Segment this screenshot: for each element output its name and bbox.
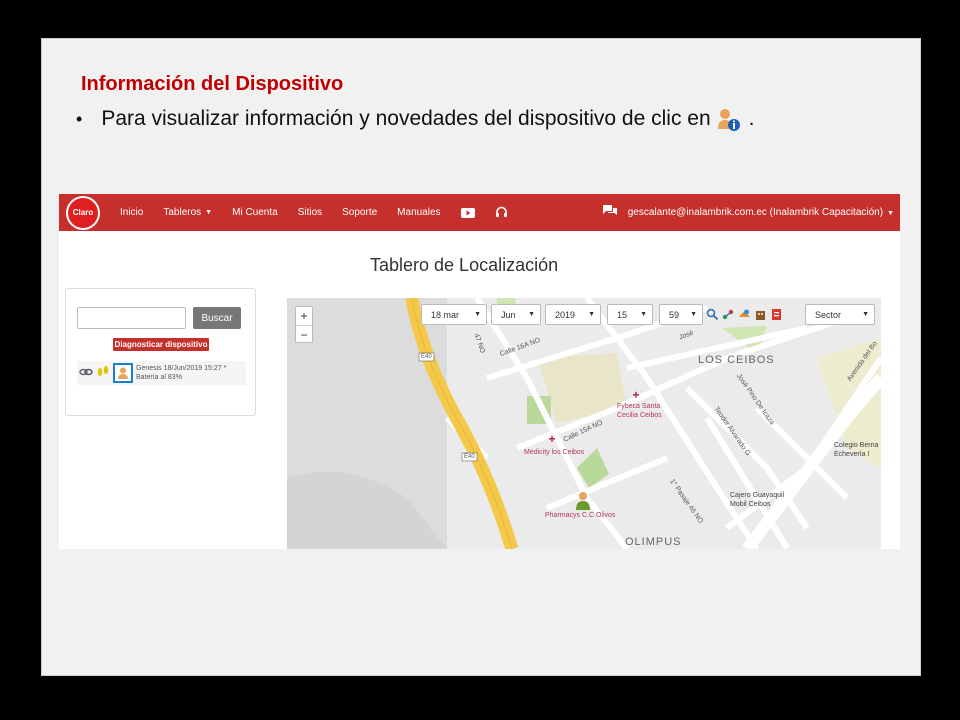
month-value: Jun (501, 309, 516, 320)
user-menu[interactable]: gescalante@inalambrik.com.ec (Inalambrik… (628, 207, 894, 218)
diagnose-device-button[interactable]: Diagnosticar dispositivo (113, 338, 209, 351)
instruction-line: • Para visualizar información y novedade… (76, 106, 754, 132)
nav-item-soporte[interactable]: Soporte (342, 207, 377, 218)
nav-item-manuales[interactable]: Manuales (397, 207, 440, 218)
nav-item-label: Sitios (297, 207, 323, 218)
instruction-text: Para visualizar información y novedades … (101, 107, 711, 130)
year-value: 2019 (555, 309, 576, 320)
nav-item-label: Tableros (163, 207, 202, 218)
device-row[interactable]: Genesis 18/Jun/2019 15:27 * Batería al 8… (77, 361, 246, 385)
map-label-fybeca: Fybeca Santa Cecilia Ceibos (617, 403, 662, 419)
device-location-marker[interactable] (574, 491, 592, 516)
navbar: Claro Inicio Tableros ▼ Mi Cuenta Sitios … (59, 194, 900, 231)
sector-select[interactable]: Sector ▼ (805, 304, 875, 325)
map-label-cajero: Cajero Guayaquil Mobil Ceibos (730, 492, 785, 508)
year-select[interactable]: 2019 ▼ (545, 304, 601, 325)
layers-icon[interactable] (738, 308, 751, 321)
nav-item-label: Manuales (397, 207, 441, 218)
hour-select[interactable]: 15 ▼ (607, 304, 653, 325)
zoom-in-button[interactable]: + (296, 307, 312, 325)
zoom-out-button[interactable]: − (296, 325, 312, 343)
nav-item-mi-cuenta[interactable]: Mi Cuenta (232, 207, 278, 218)
chat-icon[interactable] (602, 204, 618, 221)
search-button[interactable]: Buscar (193, 307, 241, 329)
nav-item-inicio[interactable]: Inicio (120, 207, 143, 218)
person-marker-icon (576, 492, 590, 510)
caret-down-icon: ▼ (474, 311, 481, 318)
slide-title: Información del Dispositivo (81, 73, 344, 95)
device-panel: Buscar Diagnosticar dispositivo Genesis … (65, 288, 256, 416)
slide: Información del Dispositivo • Para visua… (41, 38, 921, 676)
device-info-line1: Genesis 18/Jun/2019 15:27 * (136, 365, 227, 372)
link-icon[interactable] (79, 364, 93, 382)
map-label-e40-bottom: E40 (464, 454, 475, 460)
headset-icon[interactable] (495, 206, 508, 219)
pdf-icon[interactable] (770, 308, 783, 321)
day-select[interactable]: 18 mar ▼ (421, 304, 487, 325)
nav-item-sitios[interactable]: Sitios (298, 207, 322, 218)
minute-value: 59 (669, 309, 680, 320)
board-title: Tablero de Localización (370, 255, 559, 275)
map-tools (706, 308, 783, 321)
building-icon[interactable] (754, 308, 767, 321)
month-select[interactable]: Jun ▼ (491, 304, 541, 325)
caret-down-icon: ▼ (887, 210, 894, 217)
nav-item-label: Soporte (342, 207, 378, 218)
map-label-ceibos: LOS CEIBOS (698, 354, 775, 366)
minute-select[interactable]: 59 ▼ (659, 304, 703, 325)
map-label-e40-top: E40 (421, 354, 432, 360)
route-icon[interactable] (722, 308, 735, 321)
sector-value: Sector (815, 309, 842, 320)
caret-down-icon: ▼ (588, 311, 595, 318)
youtube-icon[interactable] (460, 207, 475, 218)
user-info-icon (715, 106, 741, 132)
brand-logo-text: Claro (68, 197, 98, 228)
map-label-colegio: Colegio Berna Echevería I (834, 442, 879, 458)
caret-down-icon: ▼ (205, 209, 213, 216)
device-search-input[interactable] (77, 307, 186, 329)
user-email: gescalante@inalambrik.com.ec (Inalambrik… (627, 207, 884, 218)
device-icons (77, 363, 133, 383)
map[interactable]: + − 18 mar ▼ Jun ▼ 2019 ▼ 15 ▼ 59 ▼ Sector ▼ L… (287, 298, 881, 549)
device-info-line2: Batería al 83% (136, 374, 182, 381)
nav-item-label: Mi Cuenta (232, 207, 278, 218)
search-icon[interactable] (706, 308, 719, 321)
footprints-icon[interactable] (96, 364, 110, 382)
caret-down-icon: ▼ (528, 311, 535, 318)
map-label-medicity: Medicity los Ceibos (524, 449, 585, 456)
zoom-control: + − (295, 306, 313, 343)
device-info: Genesis 18/Jun/2019 15:27 * Batería al 8… (136, 364, 226, 382)
day-value: 18 mar (431, 309, 460, 320)
app-screenshot: Claro Inicio Tableros ▼ Mi Cuenta Sitios … (59, 194, 900, 549)
map-label-olimpus: OLIMPUS (625, 536, 682, 548)
hour-value: 15 (617, 309, 628, 320)
user-info-icon[interactable] (113, 363, 133, 383)
nav-item-label: Inicio (120, 207, 144, 218)
caret-down-icon: ▼ (640, 311, 647, 318)
caret-down-icon: ▼ (690, 311, 697, 318)
caret-down-icon: ▼ (862, 311, 869, 318)
bullet-dot: • (76, 108, 83, 129)
nav-item-tableros[interactable]: Tableros ▼ (163, 207, 212, 218)
instruction-end: . (748, 107, 755, 130)
nav-right: gescalante@inalambrik.com.ec (Inalambrik… (602, 194, 900, 231)
brand-logo[interactable]: Claro (66, 195, 100, 230)
